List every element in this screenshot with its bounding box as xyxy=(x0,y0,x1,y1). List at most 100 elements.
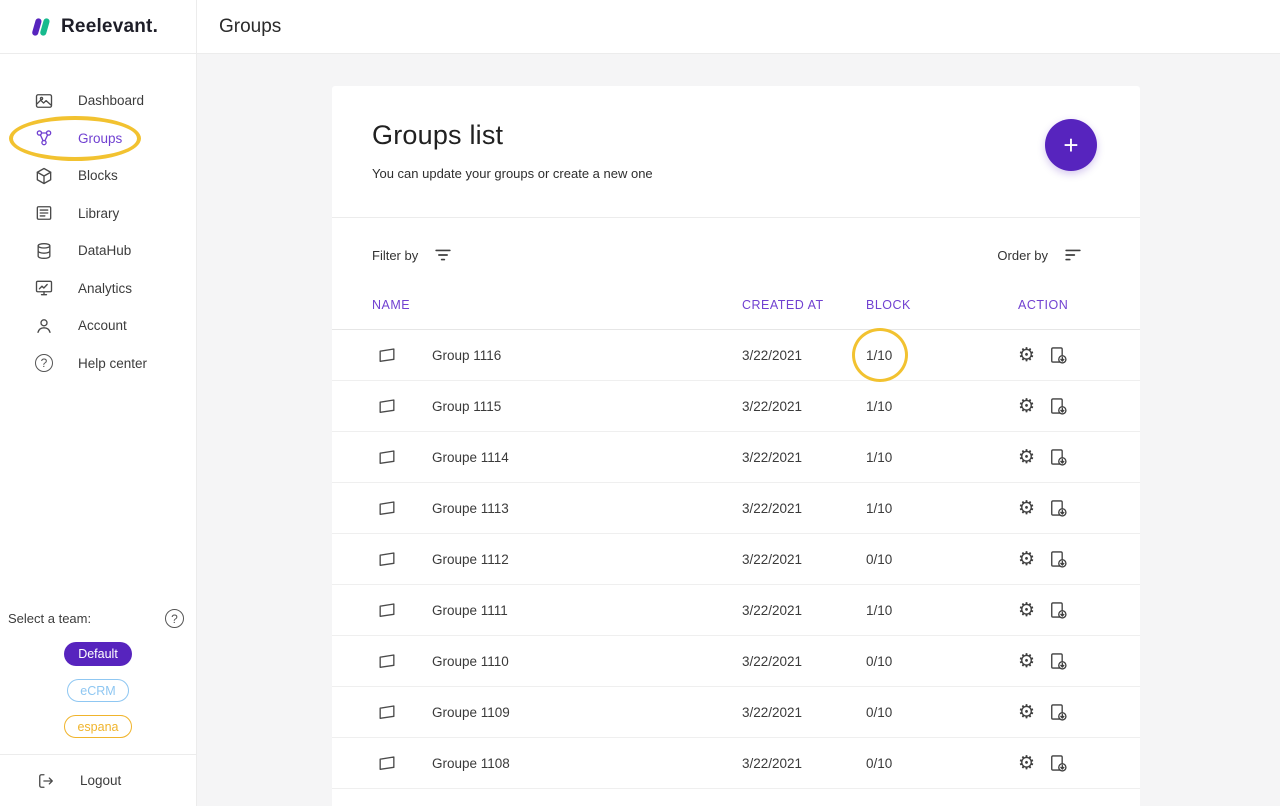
group-created-at: 3/22/2021 xyxy=(742,348,866,363)
team-help-icon[interactable]: ? xyxy=(165,609,184,628)
sidebar-item-label: Groups xyxy=(78,131,122,146)
table-row[interactable]: Groupe 11103/22/20210/10⚙ xyxy=(332,636,1140,687)
logout-label: Logout xyxy=(80,773,121,788)
table-row[interactable]: Groupe 11133/22/20211/10⚙ xyxy=(332,483,1140,534)
group-created-at: 3/22/2021 xyxy=(742,756,866,771)
group-name: Groupe 1109 xyxy=(432,705,742,720)
group-export-button[interactable] xyxy=(1048,549,1068,569)
sidebar-nav: Dashboard Groups Blocks Library DataHub Analy… xyxy=(0,54,196,382)
group-export-button[interactable] xyxy=(1048,396,1068,416)
group-export-button[interactable] xyxy=(1048,498,1068,518)
team-pill-default[interactable]: Default xyxy=(64,642,132,666)
order-by-control[interactable]: Order by xyxy=(997,244,1084,266)
group-export-button[interactable] xyxy=(1048,600,1068,620)
group-export-button[interactable] xyxy=(1048,651,1068,671)
group-settings-button[interactable]: ⚙ xyxy=(1018,397,1035,416)
group-created-at: 3/22/2021 xyxy=(742,399,866,414)
sidebar-item-label: Help center xyxy=(78,356,147,371)
table-header: NAME CREATED AT BLOCK ACTION xyxy=(332,280,1140,330)
group-actions: ⚙ xyxy=(1018,447,1100,467)
column-header-name: NAME xyxy=(372,298,742,312)
team-pill-list: Default eCRM espana xyxy=(0,642,196,738)
logout-icon xyxy=(36,771,56,791)
group-settings-button[interactable]: ⚙ xyxy=(1018,703,1035,722)
table-row[interactable]: ⚙ xyxy=(332,789,1140,806)
group-settings-button[interactable]: ⚙ xyxy=(1018,601,1035,620)
group-export-button[interactable] xyxy=(1048,447,1068,467)
sort-icon xyxy=(1062,244,1084,266)
group-settings-button[interactable]: ⚙ xyxy=(1018,448,1035,467)
group-block-count: 0/10 xyxy=(866,654,1018,669)
group-thumbnail-icon xyxy=(377,600,397,620)
group-settings-button[interactable]: ⚙ xyxy=(1018,346,1035,365)
top-bar: Reelevant. Groups xyxy=(0,0,1280,54)
filter-by-control[interactable]: Filter by xyxy=(372,244,454,266)
group-thumbnail-icon xyxy=(377,396,397,416)
group-created-at: 3/22/2021 xyxy=(742,450,866,465)
brand-logo[interactable]: Reelevant. xyxy=(0,0,197,54)
blocks-icon xyxy=(34,166,54,186)
team-pill-espana[interactable]: espana xyxy=(64,715,132,738)
table-row[interactable]: Groupe 11083/22/20210/10⚙ xyxy=(332,738,1140,789)
sidebar-item-datahub[interactable]: DataHub xyxy=(0,232,196,270)
sidebar-item-label: Blocks xyxy=(78,168,118,183)
sidebar-item-groups[interactable]: Groups xyxy=(0,120,196,158)
group-created-at: 3/22/2021 xyxy=(742,552,866,567)
table-row[interactable]: Groupe 11143/22/20211/10⚙ xyxy=(332,432,1140,483)
group-created-at: 3/22/2021 xyxy=(742,501,866,516)
column-header-block: BLOCK xyxy=(866,298,1018,312)
sidebar-item-label: Dashboard xyxy=(78,93,144,108)
order-by-label: Order by xyxy=(997,248,1048,263)
group-actions: ⚙ xyxy=(1018,600,1100,620)
group-actions: ⚙ xyxy=(1018,702,1100,722)
table-row[interactable]: Group 11153/22/20211/10⚙ xyxy=(332,381,1140,432)
filter-icon xyxy=(432,244,454,266)
group-name: Group 1116 xyxy=(432,348,742,363)
group-actions: ⚙ xyxy=(1018,396,1100,416)
table-row[interactable]: Group 11163/22/20211/10⚙ xyxy=(332,330,1140,381)
group-export-button[interactable] xyxy=(1048,702,1068,722)
group-created-at: 3/22/2021 xyxy=(742,654,866,669)
table-row[interactable]: Groupe 11113/22/20211/10⚙ xyxy=(332,585,1140,636)
dashboard-icon xyxy=(34,91,54,111)
group-settings-button[interactable]: ⚙ xyxy=(1018,652,1035,671)
sidebar-item-library[interactable]: Library xyxy=(0,195,196,233)
group-thumbnail-icon xyxy=(377,345,397,365)
filter-by-label: Filter by xyxy=(372,248,418,263)
team-pill-ecrm[interactable]: eCRM xyxy=(67,679,129,702)
group-thumbnail-icon xyxy=(377,498,397,518)
datahub-icon xyxy=(34,241,54,261)
table-row[interactable]: Groupe 11093/22/20210/10⚙ xyxy=(332,687,1140,738)
group-block-count: 1/10 xyxy=(866,450,1018,465)
group-settings-button[interactable]: ⚙ xyxy=(1018,499,1035,518)
table-row[interactable]: Groupe 11123/22/20210/10⚙ xyxy=(332,534,1140,585)
help-icon: ? xyxy=(34,353,54,373)
group-block-count: 1/10 xyxy=(866,348,1018,363)
group-block-count: 0/10 xyxy=(866,756,1018,771)
add-group-button[interactable]: + xyxy=(1045,119,1097,171)
sidebar-item-label: Analytics xyxy=(78,281,132,296)
group-actions: ⚙ xyxy=(1018,753,1100,773)
sidebar-item-blocks[interactable]: Blocks xyxy=(0,157,196,195)
sidebar-item-dashboard[interactable]: Dashboard xyxy=(0,82,196,120)
sidebar: Dashboard Groups Blocks Library DataHub Analy… xyxy=(0,54,197,806)
logout-button[interactable]: Logout xyxy=(0,754,196,806)
sidebar-item-account[interactable]: Account xyxy=(0,307,196,345)
card-subtitle: You can update your groups or create a n… xyxy=(372,166,1100,181)
sidebar-item-label: DataHub xyxy=(78,243,131,258)
team-select-label: Select a team: xyxy=(8,611,91,626)
filter-order-row: Filter by Order by xyxy=(332,218,1140,280)
sidebar-item-analytics[interactable]: Analytics xyxy=(0,270,196,308)
page-title: Groups xyxy=(219,16,281,38)
sidebar-spacer xyxy=(0,382,196,609)
brand-name: Reelevant. xyxy=(61,16,158,38)
group-settings-button[interactable]: ⚙ xyxy=(1018,754,1035,773)
card-header: Groups list You can update your groups o… xyxy=(332,86,1140,218)
group-export-button[interactable] xyxy=(1048,345,1068,365)
group-thumbnail-icon xyxy=(377,702,397,722)
main-content: Groups list You can update your groups o… xyxy=(197,54,1280,806)
group-export-button[interactable] xyxy=(1048,753,1068,773)
sidebar-item-help-center[interactable]: ? Help center xyxy=(0,345,196,383)
group-settings-button[interactable]: ⚙ xyxy=(1018,550,1035,569)
group-name: Groupe 1113 xyxy=(432,501,742,516)
